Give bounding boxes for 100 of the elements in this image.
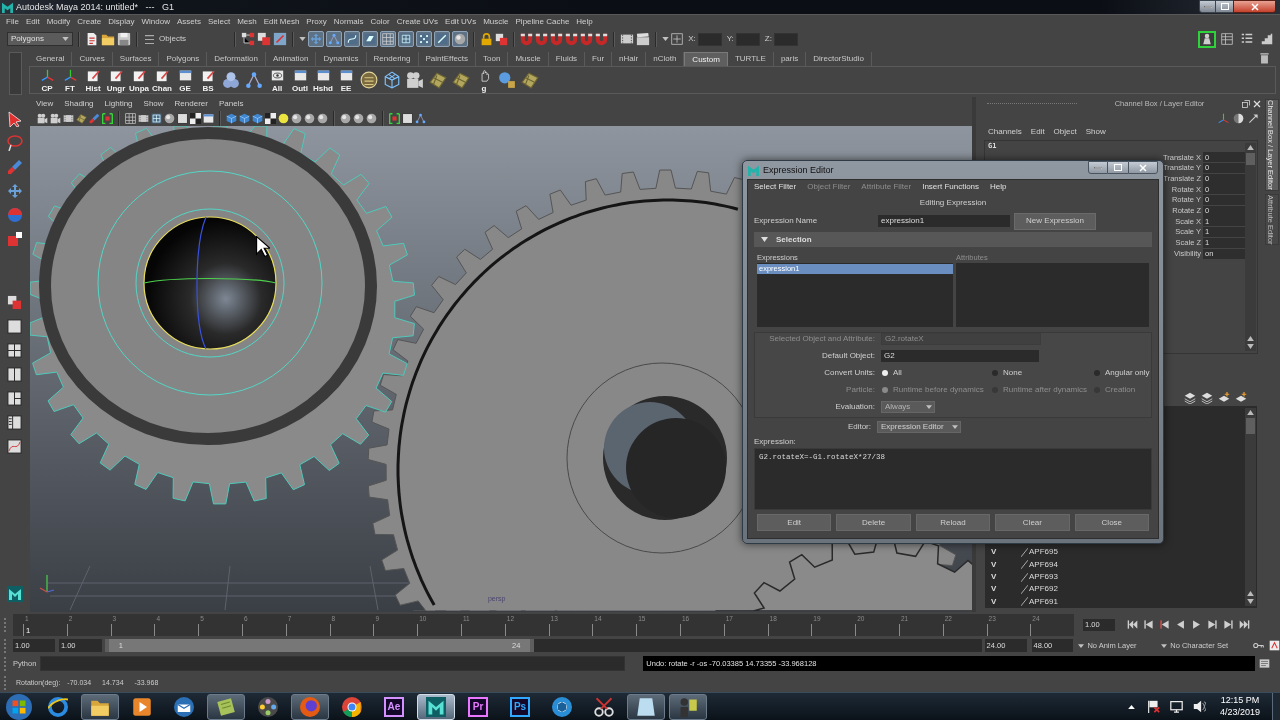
aperture-icon[interactable] bbox=[552, 696, 572, 717]
scissors-icon[interactable] bbox=[594, 696, 614, 717]
shelf-tab[interactable]: Custom bbox=[684, 52, 728, 66]
panel-menu-item[interactable]: Shading bbox=[64, 100, 94, 108]
mask-toggle-button[interactable] bbox=[308, 31, 325, 47]
menu-item[interactable]: Assets bbox=[176, 18, 201, 26]
scrollbar[interactable] bbox=[1245, 143, 1256, 351]
layer-visibility-toggle[interactable]: V bbox=[991, 573, 1000, 581]
coordinate-field[interactable] bbox=[773, 32, 798, 46]
panel-menu-item[interactable]: Show bbox=[1085, 128, 1106, 136]
layer-visibility-toggle[interactable]: V bbox=[991, 597, 1000, 606]
script-editor-icon[interactable] bbox=[1259, 658, 1271, 669]
dialog-button[interactable]: Edit bbox=[757, 514, 832, 531]
clock-date[interactable]: 4/23/2019 bbox=[1219, 708, 1260, 717]
step-forward-icon[interactable] bbox=[1223, 619, 1234, 630]
menu-item[interactable]: Select Filter bbox=[754, 183, 797, 191]
gear-drawing[interactable] bbox=[29, 126, 415, 505]
play-tile-icon[interactable] bbox=[132, 696, 152, 717]
new-expression-button[interactable]: New Expression bbox=[1014, 212, 1096, 230]
nodes-icon[interactable] bbox=[414, 113, 426, 124]
scale-icon[interactable] bbox=[7, 231, 23, 247]
brush-icon[interactable] bbox=[7, 159, 23, 175]
camera-icon[interactable] bbox=[49, 113, 61, 124]
checker-icon[interactable] bbox=[189, 113, 201, 124]
character-set-icon[interactable] bbox=[1269, 640, 1280, 651]
magnet-icon[interactable] bbox=[520, 32, 534, 46]
maximize-button[interactable] bbox=[1216, 0, 1233, 13]
menu-item[interactable]: Normals bbox=[333, 18, 364, 26]
key-icon[interactable] bbox=[1253, 640, 1264, 651]
coordinate-field[interactable] bbox=[735, 32, 760, 46]
overlapping-squares-icon[interactable] bbox=[495, 32, 509, 46]
panel-menu-item[interactable]: View bbox=[35, 100, 54, 108]
graph-layout-icon[interactable] bbox=[7, 439, 23, 454]
window-icon[interactable] bbox=[202, 113, 214, 124]
checker-icon[interactable] bbox=[264, 113, 276, 124]
layer-name[interactable]: APF692 bbox=[1029, 585, 1058, 594]
layer-stack-icon[interactable] bbox=[1201, 392, 1213, 404]
document-icon[interactable] bbox=[85, 32, 99, 46]
mask-toggle-button[interactable] bbox=[416, 31, 433, 47]
tri-color-circle-icon[interactable] bbox=[342, 696, 362, 717]
app-logo-tile[interactable]: Ae bbox=[384, 696, 404, 717]
menu-lines-icon[interactable] bbox=[145, 34, 154, 44]
overlapping-squares-icon[interactable] bbox=[7, 295, 23, 310]
film-reel-icon[interactable] bbox=[258, 696, 278, 717]
taskbar-button[interactable] bbox=[81, 693, 119, 720]
magnet-icon[interactable] bbox=[595, 32, 609, 46]
cube-icon[interactable] bbox=[251, 113, 263, 124]
menu-item[interactable]: Help bbox=[990, 183, 1007, 191]
panel-menu-item[interactable]: Show bbox=[143, 100, 164, 108]
menu-item[interactable]: Create bbox=[77, 18, 102, 26]
menu-item[interactable]: Mesh bbox=[237, 18, 257, 26]
camera-icon[interactable] bbox=[36, 113, 48, 124]
menu-item[interactable]: Modify bbox=[46, 18, 71, 26]
float-window-icon[interactable] bbox=[1242, 100, 1250, 108]
clapper-icon[interactable] bbox=[636, 32, 651, 46]
layer-name[interactable]: APF695 bbox=[1029, 548, 1058, 557]
menu-item[interactable]: Proxy bbox=[306, 18, 327, 26]
cube-icon[interactable] bbox=[225, 113, 237, 124]
panel-menu-item[interactable]: Channels bbox=[988, 128, 1022, 136]
go-to-end-icon[interactable] bbox=[1239, 619, 1250, 630]
two-pane-layout-icon[interactable] bbox=[7, 367, 23, 382]
minimize-button[interactable] bbox=[1199, 0, 1216, 13]
menu-item[interactable]: Create UVs bbox=[396, 18, 439, 26]
shelf-button[interactable]: BS bbox=[197, 67, 219, 93]
plane-icon[interactable] bbox=[75, 113, 87, 124]
menu-item[interactable]: Select bbox=[207, 18, 231, 26]
shelf-button[interactable]: Hist bbox=[82, 67, 104, 93]
app-logo-tile[interactable]: Ps bbox=[510, 696, 530, 717]
clock-time[interactable]: 12:15 PM bbox=[1220, 696, 1260, 705]
close-button[interactable] bbox=[1128, 161, 1158, 174]
shelf-button[interactable]: Outl bbox=[289, 67, 311, 93]
scroll-up-icon[interactable] bbox=[1247, 591, 1254, 596]
sphere-icon[interactable] bbox=[303, 113, 315, 124]
start-orb-icon[interactable] bbox=[6, 693, 32, 720]
sphere-icon[interactable] bbox=[290, 113, 302, 124]
default-object-field[interactable]: G2 bbox=[881, 350, 1039, 362]
magnet-icon[interactable] bbox=[580, 32, 594, 46]
mask-toggle-button[interactable] bbox=[344, 31, 361, 47]
shading-sphere-icon[interactable] bbox=[1233, 112, 1244, 124]
grip-handle[interactable] bbox=[4, 656, 9, 671]
taskbar-button[interactable] bbox=[669, 693, 707, 720]
step-back-key-icon[interactable] bbox=[1159, 619, 1170, 630]
taskbar-button[interactable] bbox=[627, 693, 665, 720]
caret-icon[interactable] bbox=[299, 37, 307, 41]
mask-toggle-button[interactable] bbox=[398, 31, 415, 47]
mask-toggle-button[interactable] bbox=[434, 31, 451, 47]
layer-visibility-toggle[interactable]: V bbox=[991, 560, 1000, 569]
crosshair-box-icon[interactable] bbox=[671, 33, 684, 45]
app-logo-icon[interactable] bbox=[7, 586, 23, 602]
monitor-icon[interactable] bbox=[1169, 700, 1183, 713]
scroll-down-icon[interactable] bbox=[1247, 599, 1254, 604]
shelf-button[interactable]: CP bbox=[36, 67, 58, 93]
radio-button[interactable] bbox=[992, 370, 998, 376]
shelf-button[interactable]: All bbox=[266, 67, 288, 93]
shelf-button[interactable]: Ungr bbox=[105, 67, 127, 93]
lasso-icon[interactable] bbox=[7, 135, 23, 151]
brush-icon[interactable] bbox=[88, 113, 100, 124]
layer-visibility-toggle[interactable]: V bbox=[991, 585, 1000, 594]
radio-button[interactable] bbox=[1094, 370, 1100, 376]
app-logo-tile[interactable]: Pr bbox=[468, 696, 488, 717]
